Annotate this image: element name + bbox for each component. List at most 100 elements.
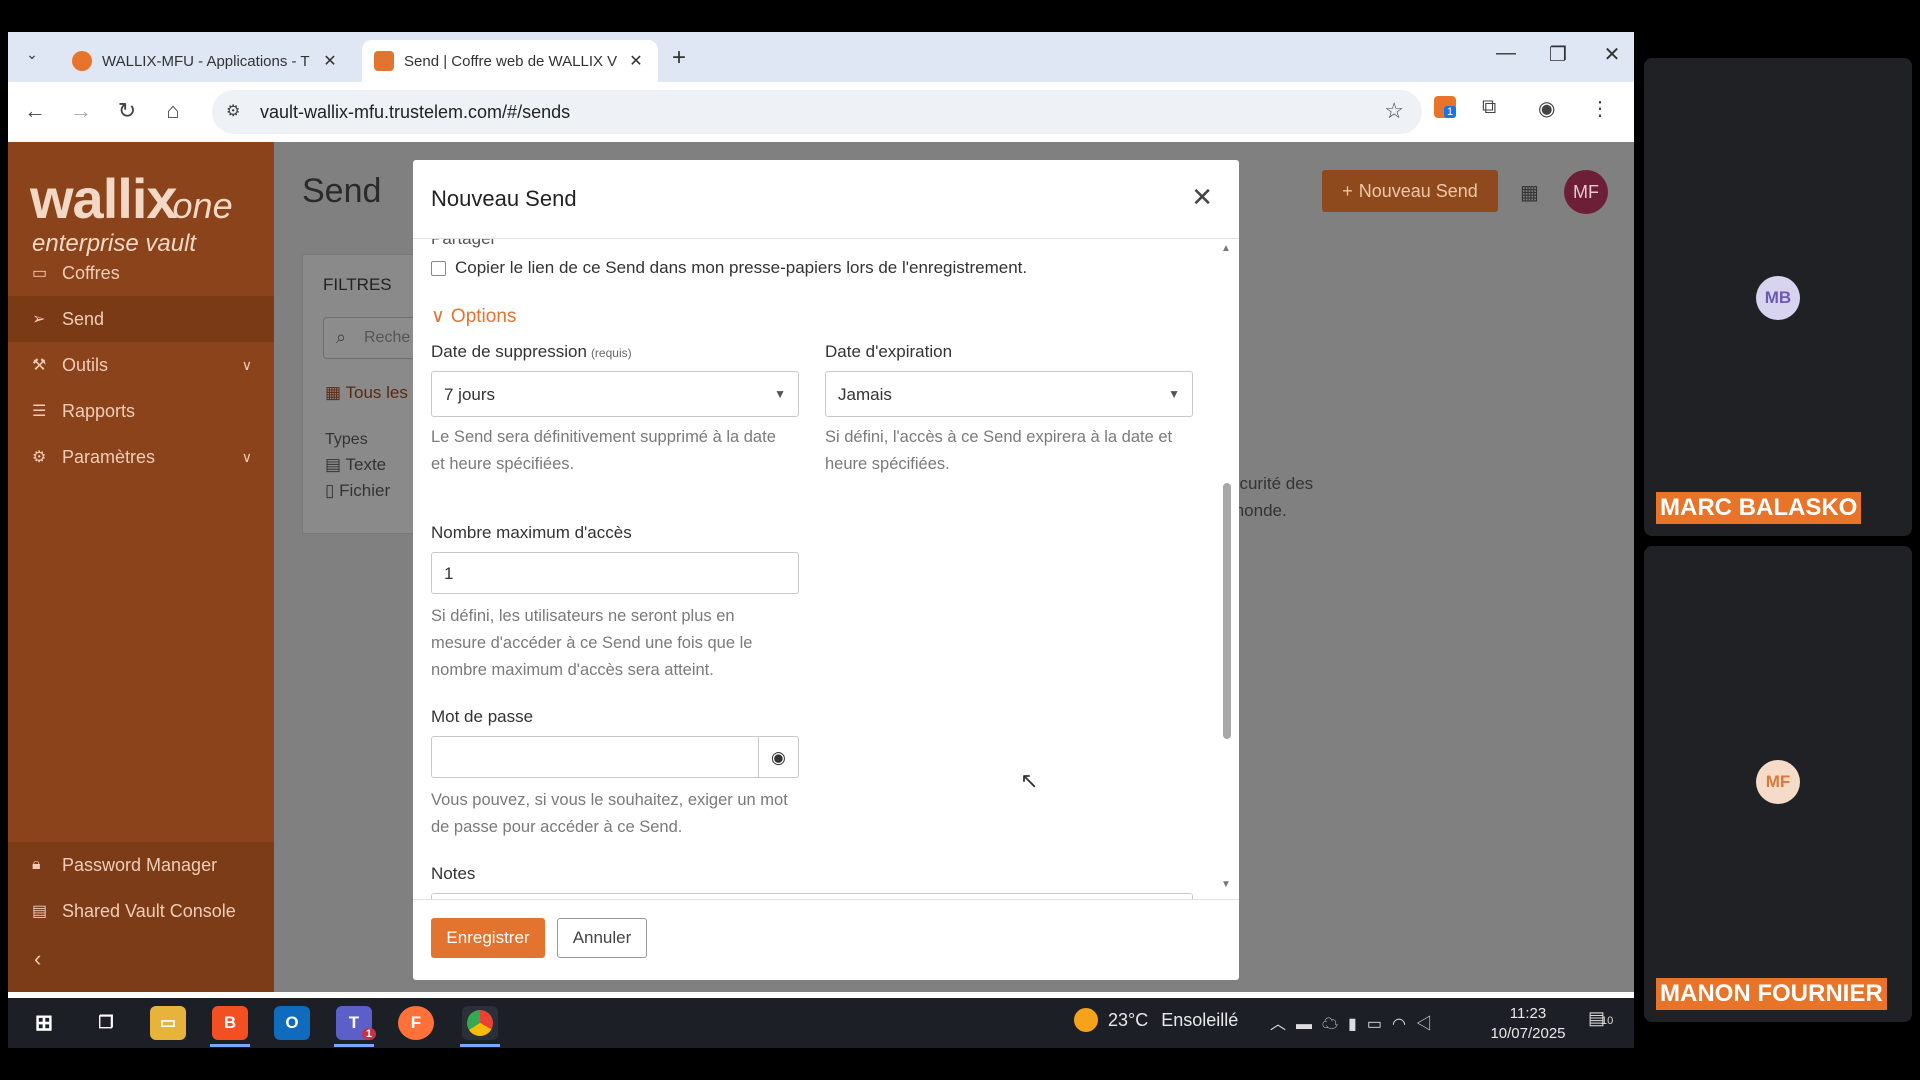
volume-icon[interactable]: ◁ <box>1416 1016 1442 1033</box>
restore-icon[interactable]: ❐ <box>1538 42 1578 67</box>
window-close-icon[interactable]: ✕ <box>1592 42 1632 67</box>
address-bar[interactable]: ⚙ vault-wallix-mfu.trustelem.com/#/sends… <box>212 90 1422 134</box>
extension-badge: 1 <box>1444 106 1457 118</box>
caret-down-icon: ▼ <box>1168 387 1180 401</box>
filter-all[interactable]: ▦ Tous les <box>325 383 408 403</box>
dialog-title: Nouveau Send <box>431 186 577 211</box>
deletion-date-select[interactable]: 7 jours ▼ <box>431 371 799 417</box>
copy-link-checkbox[interactable] <box>431 261 446 276</box>
tab-close-icon[interactable]: ✕ <box>626 51 646 71</box>
reload-icon[interactable]: ↻ <box>112 96 142 126</box>
settings-icon: ⚙ <box>32 449 47 466</box>
show-hidden-icons-icon[interactable]: ︿ <box>1270 1016 1296 1033</box>
participant-tile-manon: MF MANON FOURNIER <box>1644 546 1912 1022</box>
max-access-hint: Si défini, les utilisateurs ne seront pl… <box>431 607 753 679</box>
search-icon: ⌕ <box>336 327 347 347</box>
collapse-sidebar-icon[interactable]: ‹ <box>34 946 41 972</box>
wallix-logo: wallixone enterprise vault <box>30 167 233 257</box>
scroll-down-arrow-icon[interactable]: ▼ <box>1221 879 1231 890</box>
firefox-icon[interactable]: F <box>398 1006 434 1040</box>
site-info-icon[interactable]: ⚙ <box>226 101 240 121</box>
new-send-button[interactable]: + Nouveau Send <box>1322 170 1498 212</box>
scroll-up-arrow-icon[interactable]: ▲ <box>1221 243 1231 254</box>
sidebar-bottom: 🔒︎ Password Manager ▤ Shared Vault Conso… <box>8 842 274 992</box>
wifi-icon[interactable]: ◠ <box>1392 1016 1416 1033</box>
lock-icon: 🔒︎ <box>32 856 41 873</box>
password-hint: Vous pouvez, si vous le souhaitez, exige… <box>431 791 788 836</box>
notification-count: 10 <box>1601 1015 1614 1027</box>
max-access-input[interactable]: 1 <box>431 552 799 594</box>
tab-title: Send | Coffre web de WALLIX V <box>404 52 618 70</box>
user-avatar[interactable]: MF <box>1564 170 1608 214</box>
vault-icon: ▭ <box>32 265 48 282</box>
profile-icon[interactable]: ◉ <box>1538 96 1555 121</box>
url-text[interactable]: vault-wallix-mfu.trustelem.com/#/sends <box>260 102 570 123</box>
system-tray[interactable]: ︿▬☁▮▭◠◁ <box>1270 1010 1442 1034</box>
teams-icon[interactable]: T1 <box>336 1006 376 1040</box>
wallix-favicon-icon <box>72 51 92 71</box>
participant-tile-marc: MB MARC BALASKO <box>1644 58 1912 536</box>
forward-arrow-icon[interactable]: → <box>66 96 96 126</box>
sidebar-item-parametres[interactable]: ⚙ Paramètres ∨ <box>8 434 274 480</box>
copy-link-label[interactable]: Copier le lien de ce Send dans mon press… <box>455 258 1027 278</box>
sidebar-item-rapports[interactable]: ☰ Rapports <box>8 388 274 434</box>
close-icon[interactable]: ✕ <box>1191 182 1213 213</box>
sidebar-item-shared-vault-console[interactable]: ▤ Shared Vault Console <box>8 888 274 934</box>
back-arrow-icon[interactable]: ← <box>20 96 50 126</box>
brave-browser-icon[interactable]: B <box>212 1006 248 1040</box>
console-icon: ▤ <box>32 903 48 920</box>
sidebar-item-password-manager[interactable]: 🔒︎ Password Manager <box>8 842 274 888</box>
deletion-date-hint: Le Send sera définitivement supprimé à l… <box>431 428 776 473</box>
task-view-icon[interactable]: ❐ <box>88 1006 124 1040</box>
windows-start-icon[interactable]: ⊞ <box>26 1006 62 1040</box>
caret-down-icon: ▼ <box>774 387 786 401</box>
onedrive-icon[interactable]: ☁ <box>1322 1016 1348 1033</box>
more-menu-icon[interactable]: ⋮ <box>1590 96 1610 121</box>
send-icon: ➢ <box>32 311 46 328</box>
file-explorer-icon[interactable]: ▭ <box>150 1006 186 1040</box>
filter-type-text[interactable]: ▤ Texte <box>325 455 386 475</box>
sidebar-item-outils[interactable]: ⚒ Outils ∨ <box>8 342 274 388</box>
cancel-button[interactable]: Annuler <box>557 918 647 958</box>
sidebar-item-send[interactable]: ➢ Send <box>8 296 274 342</box>
chrome-icon[interactable] <box>462 1006 498 1040</box>
participant-avatar: MF <box>1756 760 1800 804</box>
app-page: wallixone enterprise vault ▭ Coffres ➢ S… <box>8 142 1634 992</box>
outlook-icon[interactable]: O <box>274 1006 310 1040</box>
tab-send-vault[interactable]: Send | Coffre web de WALLIX V ✕ <box>362 40 658 82</box>
tab-title: WALLIX-MFU - Applications - T <box>102 52 310 70</box>
deletion-date-label: Date de suppression (requis) <box>431 342 632 361</box>
wallix-extension-icon[interactable]: 1 <box>1434 96 1457 124</box>
dialog-scrollbar-thumb[interactable] <box>1223 483 1231 739</box>
filter-type-file[interactable]: ▯ Fichier <box>325 481 390 501</box>
options-toggle[interactable]: ∨ Options <box>431 305 516 328</box>
plus-icon: + <box>1342 180 1353 201</box>
save-button[interactable]: Enregistrer <box>431 918 545 958</box>
weather-widget[interactable]: 23°C Ensoleillé <box>1108 1010 1238 1031</box>
password-input[interactable] <box>431 736 759 778</box>
browser-tab-bar: ⌄ WALLIX-MFU - Applications - T ✕ Send |… <box>8 32 1634 82</box>
toggle-password-visibility-button[interactable]: ◉ <box>758 736 799 778</box>
password-label: Mot de passe <box>431 707 534 726</box>
apps-grid-icon[interactable]: ▦ <box>1520 180 1539 205</box>
background-info-text: écurité des monde. <box>1230 474 1314 520</box>
taskbar-clock[interactable]: 11:23 10/07/2025 <box>1488 1004 1568 1044</box>
network-icon[interactable]: ▬ <box>1296 1016 1322 1033</box>
weather-sun-icon <box>1074 1008 1098 1032</box>
bookmark-star-icon[interactable]: ☆ <box>1384 98 1404 124</box>
new-tab-plus-icon[interactable]: + <box>672 44 686 72</box>
windows-taskbar: ⊞ ❐ ▭ B O T1 F 23°C Ensoleillé ︿▬☁▮▭◠◁ 1… <box>8 998 1634 1048</box>
tab-list-chevron-icon[interactable]: ⌄ <box>20 46 44 70</box>
tab-close-icon[interactable]: ✕ <box>320 51 340 71</box>
microphone-icon[interactable]: ▮ <box>1348 1016 1367 1033</box>
chevron-down-icon: ∨ <box>241 356 252 373</box>
home-icon[interactable]: ⌂ <box>158 96 188 126</box>
notifications-icon[interactable]: ▤10 <box>1588 1008 1613 1029</box>
minimize-icon[interactable]: — <box>1486 42 1526 65</box>
expiration-date-select[interactable]: Jamais ▼ <box>825 371 1193 417</box>
chevron-down-icon: ∨ <box>241 448 252 465</box>
battery-icon[interactable]: ▭ <box>1367 1016 1392 1033</box>
tab-wallix-applications[interactable]: WALLIX-MFU - Applications - T ✕ <box>60 40 352 82</box>
extensions-puzzle-icon[interactable]: ⧉ <box>1482 96 1496 119</box>
sidebar-item-coffres[interactable]: ▭ Coffres <box>8 250 274 296</box>
